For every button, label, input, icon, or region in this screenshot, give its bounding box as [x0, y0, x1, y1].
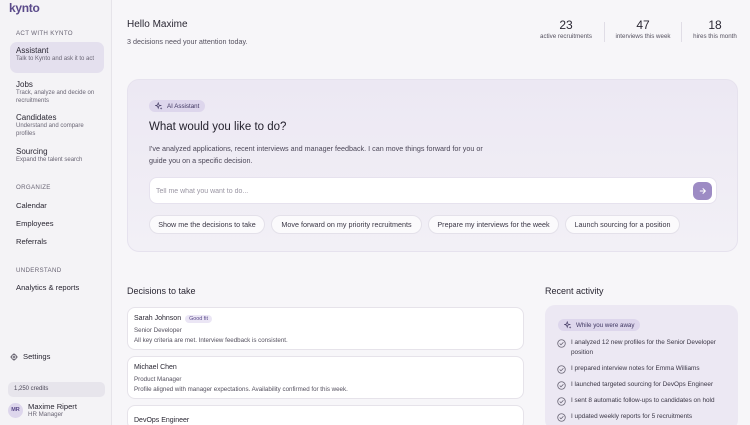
section-act-heading: ACT WITH KYNTO: [16, 30, 73, 37]
activity-card: While you were away I analyzed 12 new pr…: [545, 305, 738, 425]
activity-text: I launched targeted sourcing for DevOps …: [571, 381, 714, 388]
sidebar-item-label: Assistant: [16, 46, 49, 55]
activity-item: I updated weekly reports for 5 recruitme…: [557, 412, 727, 422]
stat-label: active recruitments: [540, 33, 592, 40]
user-profile[interactable]: MR Maxime Ripert HR Manager: [8, 402, 77, 418]
suggestion-chip[interactable]: Move forward on my priority recruitments: [271, 215, 422, 234]
check-circle-icon: [557, 380, 566, 390]
stat-interviews-week: 47 interviews this week: [612, 18, 674, 40]
decision-card[interactable]: Michael Chen Product Manager Profile ali…: [127, 356, 524, 399]
sidebar-item-employees[interactable]: Employees: [10, 215, 104, 232]
page-title: Hello Maxime: [127, 19, 188, 30]
decisions-heading: Decisions to take: [127, 286, 196, 296]
activity-heading: Recent activity: [545, 286, 604, 296]
settings-label: Settings: [23, 352, 51, 361]
prompt-input[interactable]: [156, 184, 676, 198]
activity-item: I sent 8 automatic follow-ups to candida…: [557, 396, 727, 406]
sidebar-item-label: Calendar: [16, 201, 47, 210]
sidebar-item-description: Talk to Kynto and ask it to act: [16, 56, 95, 62]
settings-button[interactable]: Settings: [10, 352, 50, 361]
sidebar-item-sourcing[interactable]: Sourcing Expand the talent search: [10, 143, 104, 169]
section-understand-heading: UNDERSTAND: [16, 267, 62, 274]
section-organize-heading: ORGANIZE: [16, 184, 51, 191]
stat-value: 18: [708, 18, 722, 32]
stat-divider: [681, 22, 682, 42]
activity-text: I updated weekly reports for 5 recruitme…: [571, 413, 693, 420]
sidebar-item-label: Sourcing: [16, 147, 48, 156]
candidate-note: All key criteria are met. Interview feed…: [134, 337, 288, 344]
candidate-role: Senior Developer: [134, 327, 182, 334]
arrow-right-icon: [699, 188, 706, 194]
check-circle-icon: [557, 396, 566, 406]
sidebar-item-calendar[interactable]: Calendar: [10, 197, 104, 214]
sidebar-item-label: Employees: [16, 219, 54, 228]
stat-value: 23: [559, 18, 573, 32]
suggestion-chip[interactable]: Show me the decisions to take: [149, 215, 265, 234]
check-circle-icon: [557, 338, 566, 348]
sparkle-icon: [564, 321, 572, 329]
stat-label: interviews this week: [615, 33, 671, 40]
avatar: MR: [8, 402, 23, 418]
decision-card[interactable]: Sarah Johnson Good fit Senior Developer A…: [127, 307, 524, 350]
check-circle-icon: [557, 412, 566, 422]
stat-value: 47: [636, 18, 650, 32]
stat-active-recruitments: 23 active recruitments: [534, 18, 598, 40]
candidate-name: Sarah Johnson Good fit: [134, 315, 212, 323]
sidebar-item-description: Expand the talent search: [16, 157, 83, 163]
assistant-description: I've analyzed applications, recent inter…: [149, 144, 483, 165]
badge-label: AI Assistant: [167, 102, 200, 110]
send-button[interactable]: [693, 182, 712, 200]
suggestion-chip[interactable]: Prepare my interviews for the week: [428, 215, 559, 234]
assistant-title: What would you like to do?: [149, 121, 287, 133]
user-role: HR Manager: [28, 411, 64, 418]
sidebar-item-description: Understand and compare profiles: [16, 123, 84, 137]
sidebar-item-analytics[interactable]: Analytics & reports: [10, 279, 104, 296]
check-circle-icon: [557, 364, 566, 374]
away-badge: While you were away: [558, 319, 641, 331]
candidate-note: Profile aligned with manager expectation…: [134, 386, 348, 393]
sidebar-item-description: Track, analyze and decide on recruitment…: [16, 90, 95, 104]
sidebar-item-assistant[interactable]: Assistant Talk to Kynto and ask it to ac…: [10, 42, 104, 73]
page-subtitle: 3 decisions need your attention today.: [127, 37, 248, 46]
sidebar-item-label: Analytics & reports: [16, 283, 80, 292]
sidebar-item-label: Candidates: [16, 113, 57, 122]
ai-assistant-badge: AI Assistant: [149, 100, 206, 112]
sidebar-item-label: Referrals: [16, 237, 47, 246]
sidebar-item-label: Jobs: [16, 80, 33, 89]
user-name: Maxime Ripert: [28, 402, 77, 411]
stat-divider: [604, 22, 605, 42]
activity-item: I prepared interview notes for Emma Will…: [557, 364, 727, 374]
decision-card[interactable]: DevOps Engineer: [127, 405, 524, 425]
stat-hires-month: 18 hires this month: [688, 18, 742, 40]
activity-text: I sent 8 automatic follow-ups to candida…: [571, 397, 715, 404]
suggestion-chip[interactable]: Launch sourcing for a position: [565, 215, 680, 234]
assistant-card: AI Assistant What would you like to do? …: [127, 79, 738, 252]
activity-text: I analyzed 12 new profiles for the Senio…: [571, 339, 716, 356]
sparkle-icon: [155, 102, 163, 110]
prompt-box: [149, 177, 717, 204]
sidebar: kynto ACT WITH KYNTO Assistant Talk to K…: [0, 0, 112, 425]
activity-item: I launched targeted sourcing for DevOps …: [557, 380, 727, 390]
sidebar-item-candidates[interactable]: Candidates Understand and compare profil…: [10, 109, 104, 142]
app-logo[interactable]: kynto: [9, 1, 40, 15]
position-name: DevOps Engineer: [134, 417, 190, 424]
gear-icon: [10, 352, 18, 361]
candidate-name: Michael Chen: [134, 364, 177, 371]
credits-badge: 1,250 credits: [8, 382, 105, 397]
activity-text: I prepared interview notes for Emma Will…: [571, 365, 700, 372]
stat-label: hires this month: [693, 33, 737, 40]
sidebar-item-jobs[interactable]: Jobs Track, analyze and decide on recrui…: [10, 76, 104, 109]
candidate-role: Product Manager: [134, 376, 182, 383]
candidate-name-text: Sarah Johnson: [134, 315, 182, 322]
sidebar-item-referrals[interactable]: Referrals: [10, 233, 104, 250]
activity-item: I analyzed 12 new profiles for the Senio…: [557, 338, 727, 358]
badge-label: While you were away: [576, 321, 635, 329]
fit-badge: Good fit: [185, 315, 212, 323]
